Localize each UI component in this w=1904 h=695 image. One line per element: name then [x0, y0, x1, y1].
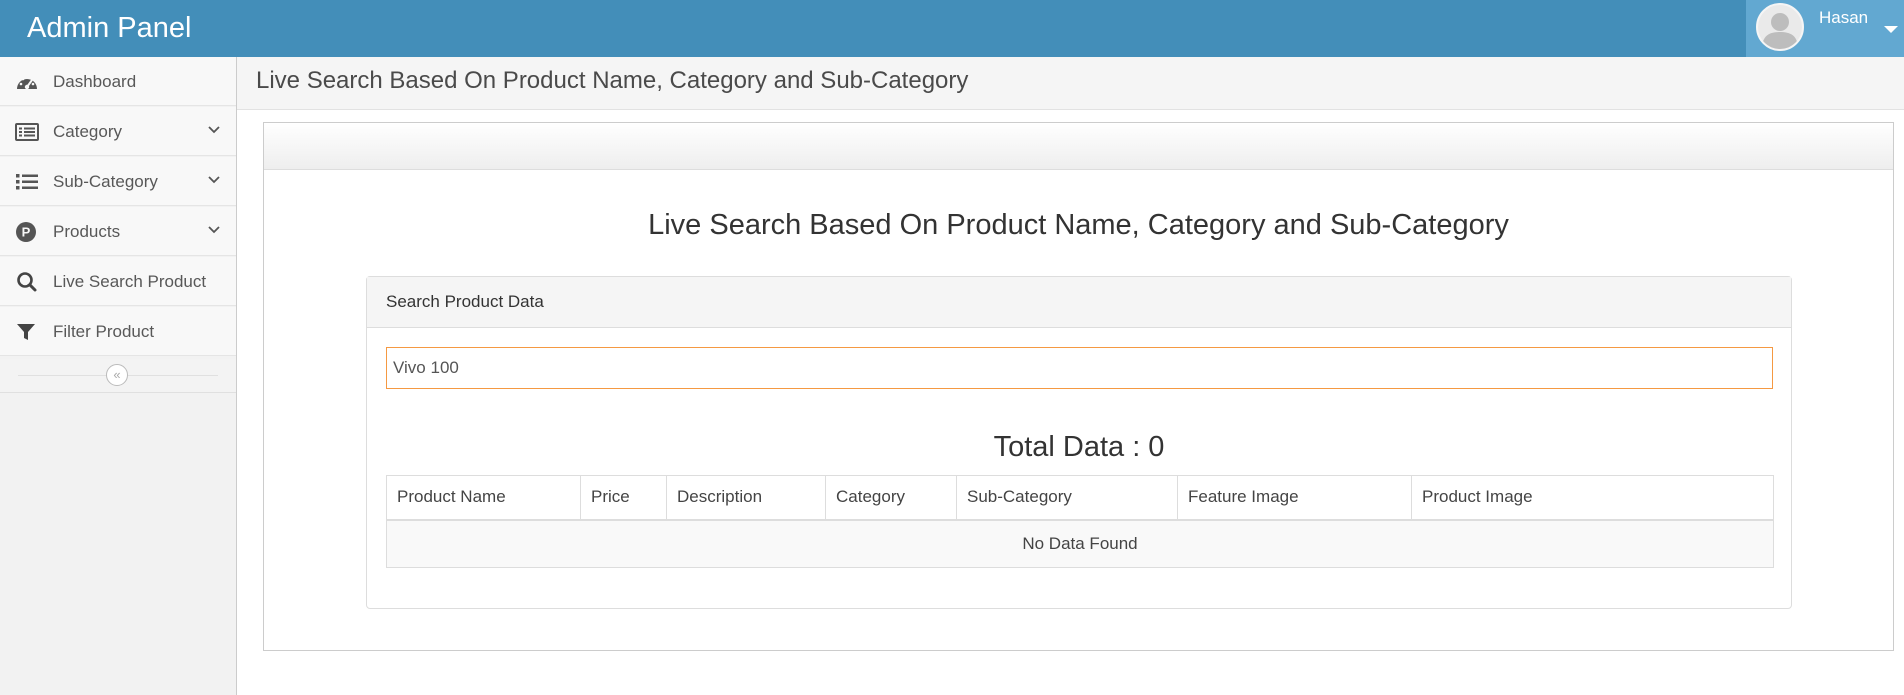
column-header-category[interactable]: Category — [825, 475, 957, 521]
sidebar-item-label: Live Search Product — [53, 272, 207, 291]
sidebar-item-label: Dashboard — [53, 72, 137, 91]
list-icon — [15, 171, 39, 193]
page-header: Live Search Based On Product Name, Categ… — [237, 57, 1904, 110]
caret-down-icon[interactable] — [1884, 26, 1898, 33]
column-header-product-name[interactable]: Product Name — [386, 475, 581, 521]
list-alt-icon — [15, 121, 39, 143]
sidebar-item-dashboard[interactable]: Dashboard — [0, 57, 236, 106]
empty-message: No Data Found — [386, 519, 1774, 568]
search-input[interactable] — [386, 347, 1773, 389]
panel-heading-text: Search Product Data — [386, 292, 544, 311]
sidebar-item-sub-category[interactable]: Sub-Category — [0, 157, 236, 206]
content-box-header — [264, 123, 1893, 170]
chevron-down-icon — [206, 122, 222, 138]
filter-icon — [15, 321, 39, 343]
column-header-product-image[interactable]: Product Image — [1411, 475, 1774, 521]
search-panel: Search Product Data Total Data : 0 Produ… — [366, 276, 1792, 609]
product-p-icon: P — [15, 221, 39, 243]
column-header-price[interactable]: Price — [580, 475, 667, 521]
sidebar-item-label: Filter Product — [53, 322, 155, 341]
svg-text:P: P — [22, 225, 31, 240]
column-header-feature-image[interactable]: Feature Image — [1177, 475, 1412, 521]
content-box: Live Search Based On Product Name, Categ… — [263, 122, 1894, 651]
page-title: Live Search Based On Product Name, Categ… — [256, 67, 969, 94]
sidebar-collapse-bar: « — [0, 359, 236, 393]
table-row: No Data Found — [386, 519, 1774, 568]
dashboard-icon — [15, 71, 39, 93]
main-heading: Live Search Based On Product Name, Categ… — [648, 209, 1509, 241]
chevron-down-icon — [206, 172, 222, 188]
sidebar: Dashboard Category Sub-Category P Produc… — [0, 57, 237, 695]
sidebar-item-label: Sub-Category — [53, 172, 158, 191]
column-header-sub-category[interactable]: Sub-Category — [956, 475, 1178, 521]
user-name[interactable]: Hasan — [1819, 8, 1868, 28]
sidebar-item-live-search-product[interactable]: Live Search Product — [0, 257, 236, 306]
table-header-row: Product Name Price Description Category … — [386, 475, 1774, 521]
chevron-down-icon — [206, 222, 222, 238]
user-menu[interactable]: Hasan — [1746, 0, 1904, 57]
column-header-description[interactable]: Description — [666, 475, 826, 521]
panel-heading: Search Product Data — [367, 277, 1791, 328]
sidebar-item-filter-product[interactable]: Filter Product — [0, 307, 236, 356]
top-navbar: Admin Panel Hasan — [0, 0, 1904, 57]
brand-title[interactable]: Admin Panel — [27, 0, 191, 57]
total-data-label: Total Data : 0 — [993, 431, 1165, 463]
sidebar-item-category[interactable]: Category — [0, 107, 236, 156]
sidebar-item-products[interactable]: P Products — [0, 207, 236, 256]
results-table: Product Name Price Description Category … — [386, 475, 1774, 568]
user-avatar-icon[interactable] — [1756, 3, 1804, 51]
double-chevron-left-icon[interactable]: « — [106, 364, 128, 386]
search-icon — [15, 271, 39, 293]
sidebar-item-label: Products — [53, 222, 121, 241]
sidebar-item-label: Category — [53, 122, 122, 141]
